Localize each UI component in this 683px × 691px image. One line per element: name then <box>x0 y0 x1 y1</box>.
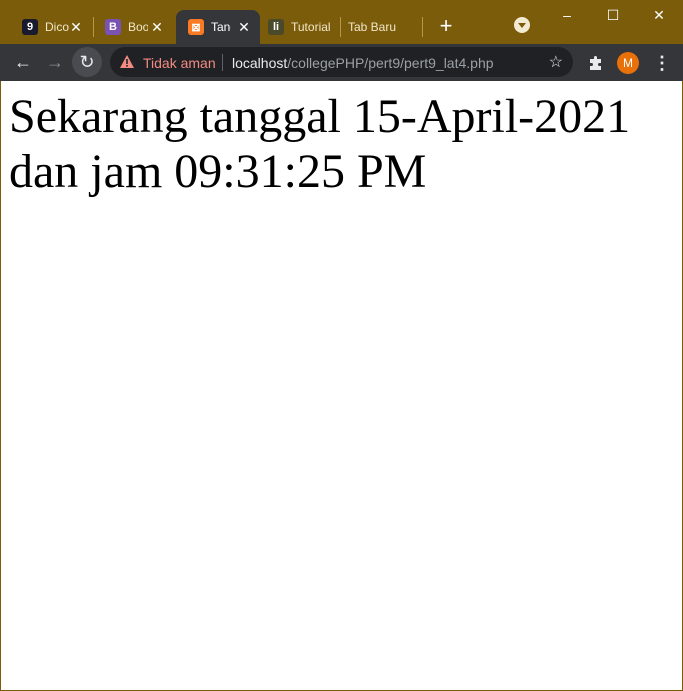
tab-separator <box>93 17 94 37</box>
tab-title: Dicoding <box>45 20 69 34</box>
tab-tanggal-active[interactable]: ⊠ Tanggal ✕ <box>176 10 260 44</box>
tab-title: Tutorial <box>291 20 331 34</box>
tab-separator <box>422 17 423 37</box>
tab-dicoding[interactable]: 9 Dicoding ✕ <box>14 10 92 44</box>
tab-search-dropdown-icon[interactable] <box>514 17 530 33</box>
page-viewport: Sekarang tanggal 15-April-2021 dan jam 0… <box>1 81 682 690</box>
omnibox-divider <box>222 54 223 71</box>
warning-triangle-icon[interactable] <box>120 55 134 68</box>
page-content: Sekarang tanggal 15-April-2021 dan jam 0… <box>9 89 674 199</box>
tab-tutorial[interactable]: li Tutorial <box>262 10 338 44</box>
tab-new-tab[interactable]: Tab Baru <box>341 10 421 44</box>
close-window-icon[interactable]: ✕ <box>636 0 682 30</box>
url-path: /collegePHP/pert9/pert9_lat4.php <box>287 55 494 71</box>
tab-strip: 9 Dicoding ✕ B Bootstrap ✕ ⊠ Tanggal ✕ l… <box>0 0 683 44</box>
minimize-icon[interactable]: – <box>544 0 590 30</box>
bootstrap-favicon-icon: B <box>105 19 121 35</box>
kebab-menu-icon[interactable]: ⋮ <box>653 53 671 73</box>
security-status-label[interactable]: Tidak aman <box>143 55 216 71</box>
forward-arrow-icon[interactable]: → <box>40 47 70 77</box>
back-arrow-icon[interactable]: ← <box>8 47 38 77</box>
date-line: Sekarang tanggal 15-April-2021 <box>9 90 631 143</box>
close-tab-icon[interactable]: ✕ <box>149 19 165 35</box>
extensions-puzzle-icon[interactable] <box>587 54 605 72</box>
maximize-icon[interactable]: ☐ <box>590 0 636 30</box>
dicoding-favicon-icon: 9 <box>22 19 38 35</box>
close-tab-icon[interactable]: ✕ <box>236 19 252 35</box>
url-host: localhost <box>232 55 288 71</box>
xampp-favicon-icon: ⊠ <box>188 19 204 35</box>
time-line: dan jam 09:31:25 PM <box>9 145 427 198</box>
new-tab-plus-icon[interactable]: + <box>434 14 458 38</box>
tab-title: Bootstrap <box>128 20 148 34</box>
reload-icon[interactable]: ↻ <box>72 47 102 77</box>
profile-avatar[interactable]: M <box>617 52 639 74</box>
tab-bootstrap[interactable]: B Bootstrap ✕ <box>95 10 173 44</box>
close-tab-icon[interactable]: ✕ <box>68 19 84 35</box>
url-text[interactable]: localhost/collegePHP/pert9/pert9_lat4.ph… <box>232 55 494 71</box>
address-bar[interactable]: Tidak aman localhost/collegePHP/pert9/pe… <box>110 47 573 77</box>
tutorial-favicon-icon: li <box>268 19 284 35</box>
bookmark-star-icon[interactable]: ☆ <box>549 52 563 72</box>
browser-toolbar: ← → ↻ Tidak aman localhost/collegePHP/pe… <box>0 44 683 81</box>
tab-title: Tanggal <box>211 20 231 34</box>
tab-title: Tab Baru <box>348 20 397 34</box>
